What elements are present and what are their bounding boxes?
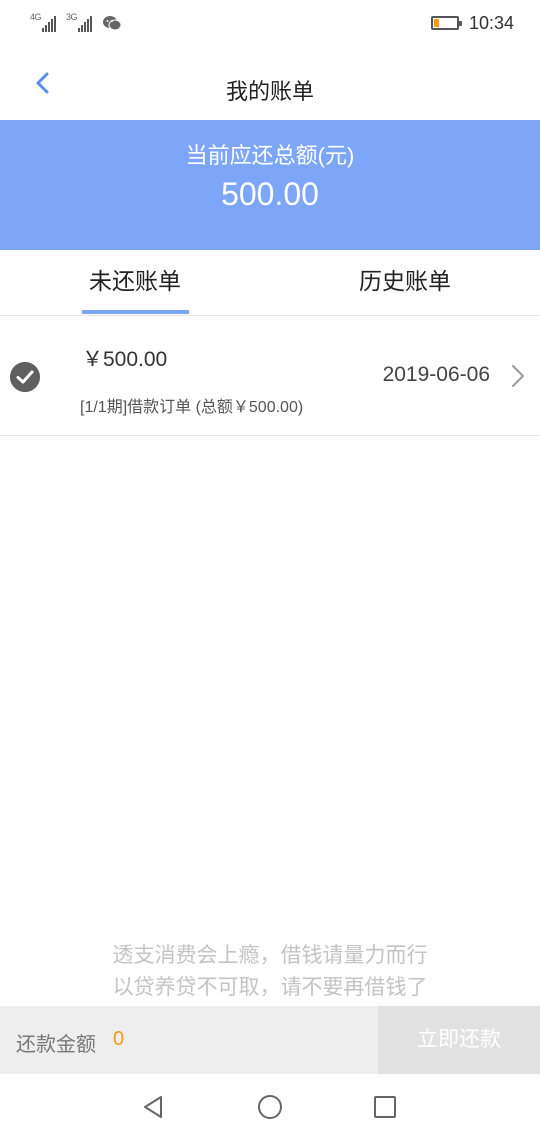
tab-unpaid-bills[interactable]: 未还账单	[0, 250, 270, 316]
borrowing-notice: 透支消费会上瘾，借钱请量力而行 以贷养贷不可取，请不要再借钱了	[0, 940, 540, 1004]
summary-banner: 当前应还总额(元) 500.00	[0, 120, 540, 250]
chevron-right-icon	[512, 365, 524, 387]
nav-home-icon[interactable]	[257, 1094, 283, 1120]
bill-description: [1/1期]借款订单 (总额￥500.00)	[80, 399, 304, 416]
status-bar: 4G 3G 10:34	[0, 0, 540, 46]
bill-due-date: 2019-06-06	[382, 363, 490, 386]
bill-amount: ￥500.00	[82, 348, 168, 371]
network-type-2: 3G	[66, 12, 78, 22]
notice-line-1: 透支消费会上瘾，借钱请量力而行	[112, 944, 428, 967]
network-type-1: 4G	[30, 12, 42, 22]
bill-tabs: 未还账单 历史账单	[0, 250, 540, 316]
status-left: 4G 3G	[30, 12, 122, 34]
repayment-amount-value: 0	[113, 1028, 125, 1050]
bill-list-item[interactable]: ￥500.00 [1/1期]借款订单 (总额￥500.00) 2019-06-0…	[0, 317, 540, 436]
summary-amount: 500.00	[221, 176, 319, 212]
active-tab-indicator	[82, 310, 189, 314]
repayment-amount-label: 还款金额	[16, 1034, 96, 1056]
clock: 10:34	[468, 12, 514, 33]
summary-label: 当前应还总额(元)	[185, 143, 355, 168]
checkmark-icon[interactable]	[10, 362, 40, 392]
repay-now-button[interactable]: 立即还款	[378, 1006, 540, 1074]
notice-line-2: 以贷养贷不可取，请不要再借钱了	[112, 976, 428, 999]
status-right: 10:34	[430, 12, 514, 34]
battery-level	[433, 19, 439, 27]
repayment-bar: 还款金额 0 立即还款	[0, 1006, 540, 1074]
nav-recents-icon[interactable]	[372, 1094, 398, 1120]
system-nav-bar	[0, 1074, 540, 1140]
wechat-icon	[103, 16, 122, 31]
signal-icon: 4G	[30, 12, 56, 32]
tab-history-bills[interactable]: 历史账单	[270, 250, 540, 316]
battery-icon	[430, 16, 462, 30]
nav-bar: 我的账单	[0, 46, 540, 120]
signal-icon: 3G	[66, 12, 92, 32]
nav-back-icon[interactable]	[141, 1094, 167, 1120]
page-title: 我的账单	[225, 79, 314, 104]
